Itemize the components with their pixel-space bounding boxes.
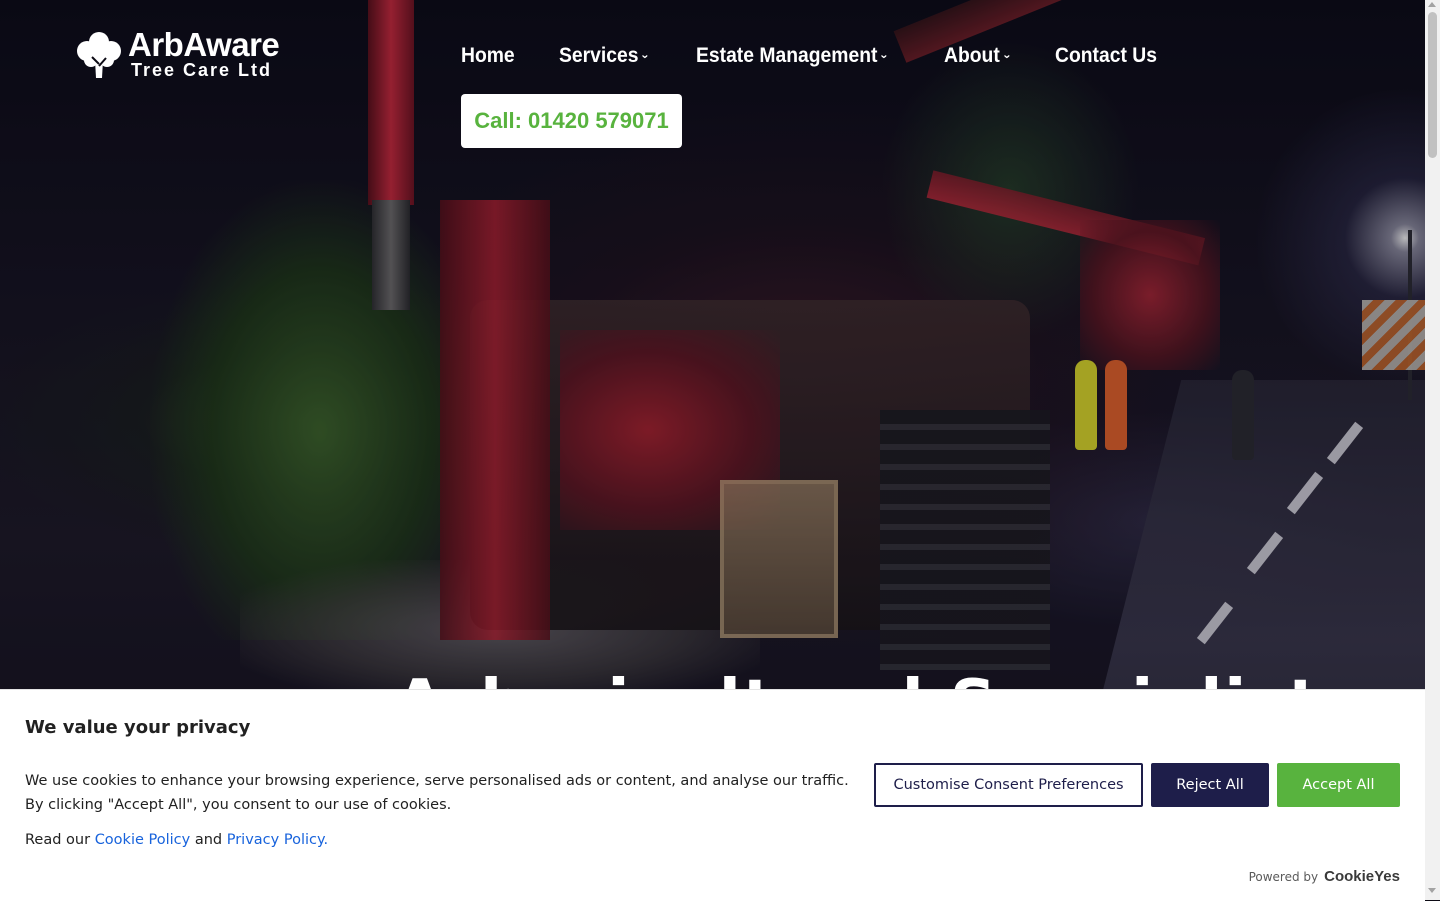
- nav-estate-management-label: Estate Management: [696, 44, 878, 67]
- powered-by: Powered by CookieYes: [1249, 868, 1400, 885]
- logo-tagline: Tree Care Ltd: [131, 60, 273, 80]
- nav-services[interactable]: Services ›: [559, 44, 653, 68]
- read-our-text: Read our: [25, 832, 91, 848]
- powered-by-text: Powered by: [1248, 870, 1319, 884]
- cookieyes-logo[interactable]: CookieYes: [1324, 868, 1400, 885]
- nav-home[interactable]: Home: [461, 44, 515, 68]
- accept-all-button[interactable]: Accept All: [1277, 763, 1400, 807]
- chevron-down-icon: ›: [639, 53, 654, 59]
- nav-about-label: About: [943, 44, 1000, 67]
- nav-about[interactable]: About ›: [943, 44, 1014, 68]
- chevron-down-icon: ›: [878, 53, 892, 59]
- privacy-policy-link[interactable]: Privacy Policy.: [227, 832, 328, 848]
- logo-name: ArbAware: [128, 26, 280, 63]
- nav-estate-management[interactable]: Estate Management ›: [696, 44, 892, 68]
- cookie-policy-links: Read our Cookie Policy and Privacy Polic…: [25, 832, 328, 848]
- nav-contact-us[interactable]: Contact Us: [1055, 44, 1157, 68]
- cookie-banner-description: We use cookies to enhance your browsing …: [25, 773, 849, 813]
- tree-logo-icon: [76, 30, 122, 80]
- and-text: and: [194, 832, 223, 848]
- nav-contact-us-label: Contact Us: [1054, 44, 1157, 67]
- nav-services-label: Services: [559, 44, 639, 67]
- nav-home-label: Home: [461, 44, 515, 67]
- cookie-policy-link[interactable]: Cookie Policy: [95, 832, 191, 848]
- cookie-consent-banner: We value your privacy We use cookies to …: [0, 689, 1425, 901]
- reject-all-button[interactable]: Reject All: [1151, 763, 1269, 807]
- cookie-banner-title: We value your privacy: [25, 717, 251, 738]
- scroll-up-arrow-icon[interactable]: [1428, 2, 1436, 7]
- customise-consent-button[interactable]: Customise Consent Preferences: [874, 763, 1143, 807]
- page-scrollbar[interactable]: [1425, 0, 1440, 900]
- scroll-down-arrow-icon[interactable]: [1428, 888, 1436, 893]
- scroll-thumb[interactable]: [1428, 12, 1437, 158]
- site-logo[interactable]: ArbAware Tree Care Ltd: [76, 26, 280, 80]
- call-button[interactable]: Call: 01420 579071: [461, 94, 682, 148]
- main-nav: Home Services › Estate Management › Abou…: [461, 44, 1206, 68]
- chevron-down-icon: ›: [1000, 53, 1014, 59]
